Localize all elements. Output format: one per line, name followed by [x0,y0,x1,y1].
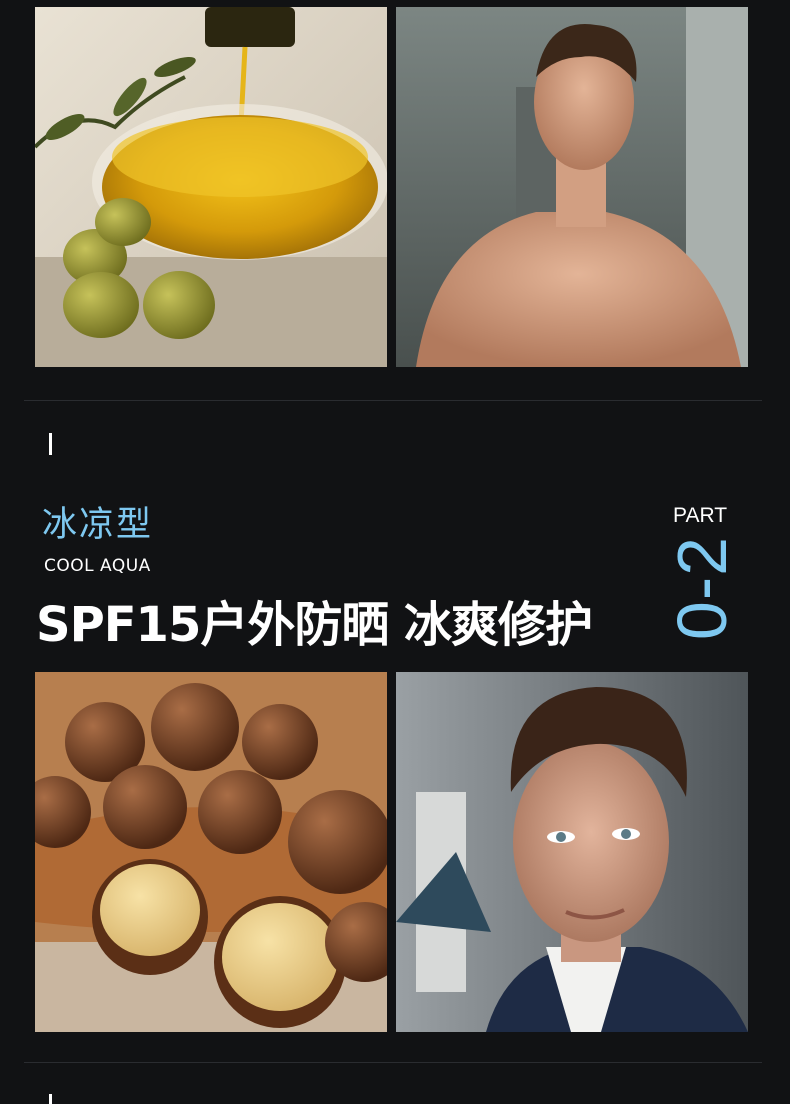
product-headline: SPF15户外防晒 冰爽修护 [36,597,593,653]
man-face-photo [396,672,748,1032]
product-type-title: 冰凉型 [42,505,154,545]
olive-oil-photo [35,7,387,367]
section-marker [49,433,52,455]
section-divider [24,400,762,401]
macadamia-nuts-photo [35,672,387,1032]
man-portrait-photo [396,7,748,367]
part-number: 0-2 [663,535,741,641]
part-label: PART [673,504,728,527]
section-marker [49,1094,52,1104]
section-divider [24,1062,762,1063]
product-type-subtitle: COOL AQUA [44,556,151,576]
